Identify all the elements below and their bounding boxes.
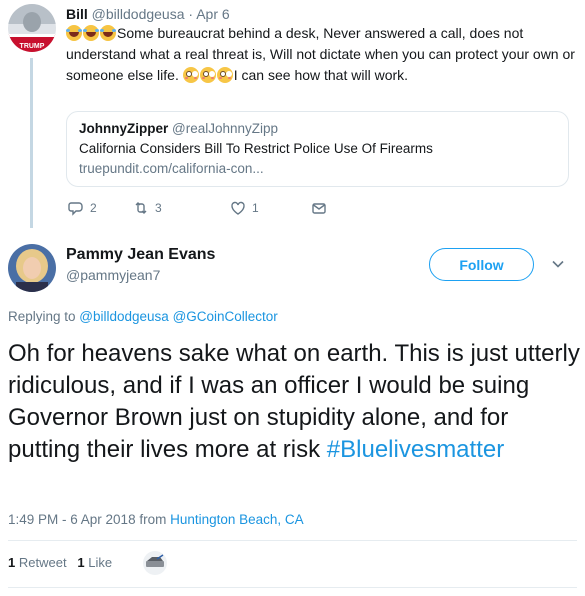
liker-avatar[interactable] [143, 551, 167, 575]
flushed-emoji-icon [216, 67, 233, 83]
quoted-author-handle: @realJohnnyZipp [172, 121, 279, 136]
parent-tweet-header: Bill @billdodgeusa · Apr 6 [66, 6, 230, 22]
heart-icon [231, 201, 245, 215]
quoted-author-name: JohnnyZipper [79, 121, 169, 136]
retweet-icon [135, 202, 147, 214]
reply-count: 2 [90, 201, 97, 215]
retweet-stat-label[interactable]: Retweet [19, 555, 67, 570]
timestamp-text[interactable]: 1:49 PM - 6 Apr 2018 from [8, 512, 170, 527]
tweet-timestamp: 1:49 PM - 6 Apr 2018 from Huntington Bea… [8, 512, 304, 527]
like-stat-label[interactable]: Like [88, 555, 112, 570]
tweet-stats: 1 Retweet 1 Like [8, 555, 112, 570]
retweet-action[interactable]: 3 [133, 200, 162, 216]
like-count: 1 [252, 201, 259, 215]
divider [8, 587, 577, 588]
thread-line [30, 58, 33, 228]
retweet-stat-count[interactable]: 1 [8, 555, 15, 570]
divider [8, 540, 577, 541]
replying-to: Replying to @billdodgeusa @GCoinCollecto… [8, 309, 278, 324]
flushed-emoji-icon [182, 67, 199, 83]
separator-dot: · [188, 6, 194, 22]
like-action[interactable]: 1 [230, 200, 259, 216]
laughing-emoji-icon [100, 25, 116, 41]
retweet-count: 3 [155, 201, 162, 215]
envelope-icon [312, 203, 326, 214]
flushed-emoji-icon [199, 67, 216, 83]
reply-action[interactable]: 2 [68, 200, 97, 216]
laughing-emoji-icon [66, 25, 82, 41]
svg-text:TRUMP: TRUMP [20, 43, 45, 50]
like-stat-count[interactable]: 1 [77, 555, 84, 570]
follow-button[interactable]: Follow [429, 248, 534, 281]
parent-tweet-date[interactable]: Apr 6 [196, 6, 229, 22]
quoted-author: JohnnyZipper @realJohnnyZipp [79, 121, 278, 136]
tweet-text: Oh for heavens sake what on earth. This … [8, 338, 583, 466]
replying-mentions[interactable]: @billdodgeusa @GCoinCollector [79, 309, 278, 324]
liker-avatar-icon [143, 551, 167, 575]
location-link[interactable]: Huntington Beach, CA [170, 512, 304, 527]
reply-icon [68, 202, 83, 216]
author-avatar[interactable] [8, 244, 56, 292]
hashtag-link[interactable]: #Bluelivesmatter [327, 436, 504, 463]
message-action[interactable] [311, 200, 333, 216]
quoted-tweet-card[interactable]: JohnnyZipper @realJohnnyZipp California … [66, 111, 569, 187]
replying-prefix: Replying to [8, 309, 80, 324]
parent-avatar[interactable]: TRUMP [8, 4, 56, 52]
author-name[interactable]: Pammy Jean Evans [66, 246, 215, 264]
parent-author-name[interactable]: Bill [66, 6, 88, 22]
quoted-tweet-url: truepundit.com/california-con... [79, 161, 264, 176]
quoted-tweet-text: California Considers Bill To Restrict Po… [79, 141, 433, 156]
trump-avatar-icon: TRUMP [8, 4, 56, 52]
author-handle[interactable]: @pammyjean7 [66, 267, 160, 283]
laughing-emoji-icon [83, 25, 99, 41]
parent-author-handle[interactable]: @billdodgeusa [92, 6, 185, 22]
chevron-down-icon[interactable] [551, 257, 565, 271]
parent-text-part2: I can see how that will work. [233, 67, 409, 83]
parent-tweet-text: Some bureaucrat behind a desk, Never ans… [66, 23, 581, 86]
user-avatar-icon [8, 244, 56, 292]
